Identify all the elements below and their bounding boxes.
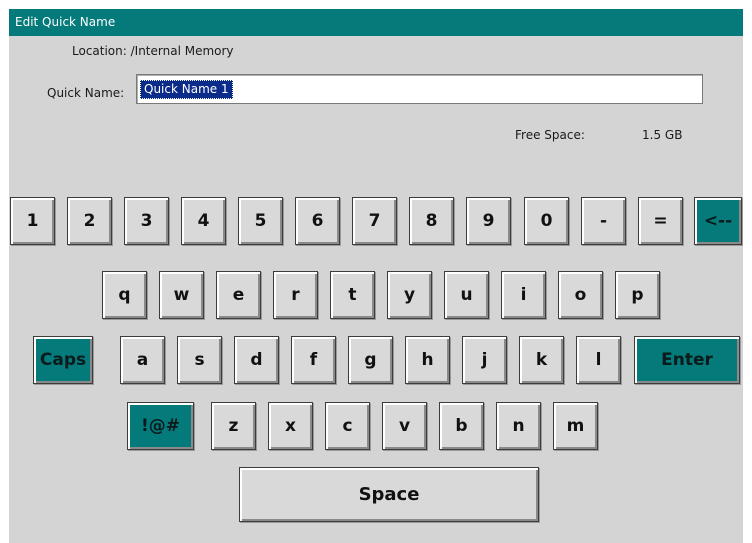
- key-k[interactable]: k: [519, 336, 564, 384]
- key-c[interactable]: c: [325, 402, 370, 450]
- enter-key[interactable]: Enter: [634, 336, 740, 384]
- key-9[interactable]: 9: [466, 197, 511, 245]
- key-v[interactable]: v: [382, 402, 427, 450]
- key-q[interactable]: q: [102, 271, 147, 319]
- edit-quick-name-window: Edit Quick Name Location: /Internal Memo…: [9, 9, 743, 543]
- key-l[interactable]: l: [576, 336, 621, 384]
- quick-name-input[interactable]: Quick Name 1: [136, 74, 703, 104]
- key-p[interactable]: p: [615, 271, 660, 319]
- key-2[interactable]: 2: [67, 197, 112, 245]
- key-z[interactable]: z: [211, 402, 256, 450]
- key-4[interactable]: 4: [181, 197, 226, 245]
- key-n[interactable]: n: [496, 402, 541, 450]
- key-u[interactable]: u: [444, 271, 489, 319]
- key-g[interactable]: g: [348, 336, 393, 384]
- caps-key[interactable]: Caps: [33, 336, 93, 384]
- quick-name-value: Quick Name 1: [140, 80, 233, 99]
- free-space-label: Free Space:: [515, 128, 585, 142]
- key-x[interactable]: x: [268, 402, 313, 450]
- key-0[interactable]: 0: [524, 197, 569, 245]
- key-w[interactable]: w: [159, 271, 204, 319]
- key-s[interactable]: s: [177, 336, 222, 384]
- key-b[interactable]: b: [439, 402, 484, 450]
- key-m[interactable]: m: [553, 402, 598, 450]
- key-3[interactable]: 3: [124, 197, 169, 245]
- key-t[interactable]: t: [330, 271, 375, 319]
- window-title: Edit Quick Name: [9, 9, 743, 36]
- location-label: Location: /Internal Memory: [72, 44, 234, 58]
- key-d[interactable]: d: [234, 336, 279, 384]
- key-minus[interactable]: -: [581, 197, 626, 245]
- key-i[interactable]: i: [501, 271, 546, 319]
- backspace-key[interactable]: <--: [694, 197, 742, 245]
- free-space-value: 1.5 GB: [642, 128, 683, 142]
- key-8[interactable]: 8: [409, 197, 454, 245]
- space-key[interactable]: Space: [239, 467, 539, 522]
- key-5[interactable]: 5: [238, 197, 283, 245]
- quick-name-label: Quick Name:: [47, 86, 125, 100]
- key-y[interactable]: y: [387, 271, 432, 319]
- key-a[interactable]: a: [120, 336, 165, 384]
- key-7[interactable]: 7: [352, 197, 397, 245]
- key-equals[interactable]: =: [638, 197, 683, 245]
- key-h[interactable]: h: [405, 336, 450, 384]
- symbols-key[interactable]: !@#: [127, 402, 194, 450]
- key-j[interactable]: j: [462, 336, 507, 384]
- key-o[interactable]: o: [558, 271, 603, 319]
- key-6[interactable]: 6: [295, 197, 340, 245]
- key-1[interactable]: 1: [10, 197, 55, 245]
- key-r[interactable]: r: [273, 271, 318, 319]
- key-e[interactable]: e: [216, 271, 261, 319]
- key-f[interactable]: f: [291, 336, 336, 384]
